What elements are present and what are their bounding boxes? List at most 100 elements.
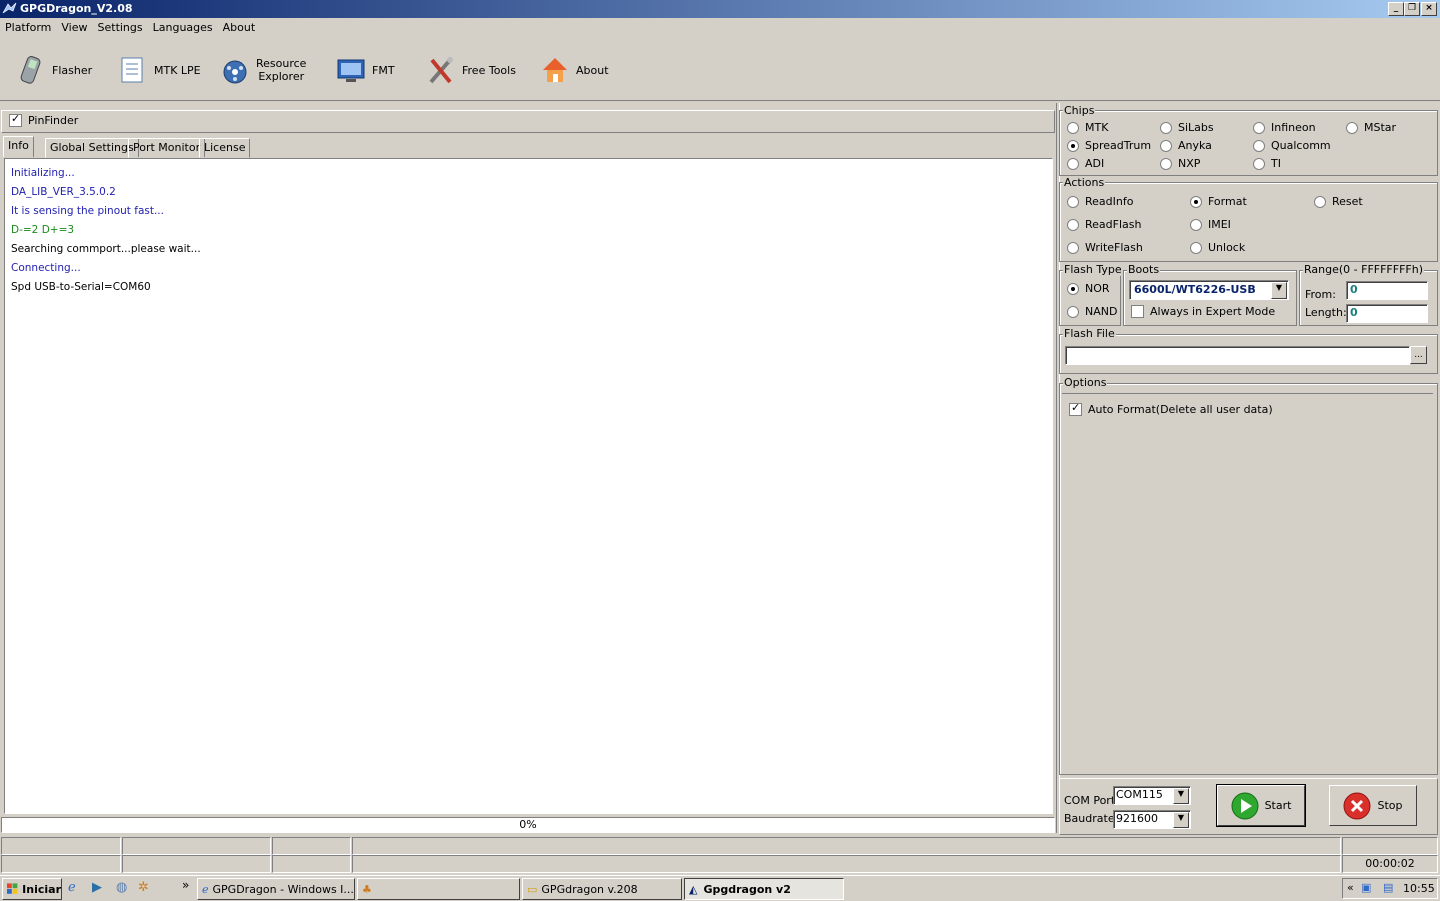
- flash-type-nand[interactable]: NAND: [1067, 305, 1117, 318]
- free-tools-button[interactable]: Free Tools: [426, 50, 516, 90]
- chip-option[interactable]: Qualcomm: [1253, 139, 1331, 152]
- title-bar[interactable]: GPGDragon_V2.08 _ ❐ ×: [0, 0, 1440, 18]
- log-panel[interactable]: [4, 158, 1053, 814]
- browse-button[interactable]: ...: [1410, 346, 1427, 364]
- from-input[interactable]: 0: [1346, 281, 1428, 300]
- expert-mode-checkbox[interactable]: [1131, 305, 1144, 318]
- about-button[interactable]: About: [540, 50, 609, 90]
- auto-format-label: Auto Format(Delete all user data): [1088, 403, 1273, 416]
- connection-icon[interactable]: ▤: [1383, 881, 1393, 894]
- action-radio[interactable]: [1314, 195, 1326, 208]
- tab-port-monitor[interactable]: Port Monitor: [128, 138, 206, 158]
- action-option[interactable]: Reset: [1314, 195, 1363, 208]
- chip-radio[interactable]: [1253, 121, 1265, 134]
- chip-radio[interactable]: [1160, 139, 1172, 152]
- taskbar-task[interactable]: ♣: [357, 878, 520, 900]
- chip-radio[interactable]: [1346, 121, 1358, 134]
- start-menu-button[interactable]: Iniciar: [2, 878, 62, 900]
- nand-radio[interactable]: [1067, 305, 1079, 318]
- start-label: Start: [1264, 799, 1292, 812]
- start-menu-label: Iniciar: [22, 882, 61, 896]
- globe-icon[interactable]: ◍: [116, 880, 127, 895]
- tray-expand-icon[interactable]: «: [1347, 881, 1354, 894]
- start-button[interactable]: Start: [1216, 784, 1306, 827]
- chip-option[interactable]: TI: [1253, 157, 1281, 170]
- chip-option[interactable]: NXP: [1160, 157, 1200, 170]
- flash-file-input[interactable]: [1065, 346, 1410, 365]
- chip-option[interactable]: SpreadTrum: [1067, 139, 1151, 152]
- chevron-down-icon[interactable]: ▼: [1173, 812, 1189, 828]
- tab-global-settings[interactable]: Global Settings: [45, 138, 139, 158]
- action-radio[interactable]: [1190, 241, 1202, 254]
- chip-option[interactable]: MStar: [1346, 121, 1396, 134]
- chip-option[interactable]: ADI: [1067, 157, 1104, 170]
- action-option[interactable]: IMEI: [1190, 218, 1231, 231]
- chip-option[interactable]: Infineon: [1253, 121, 1316, 134]
- chip-radio[interactable]: [1067, 121, 1079, 134]
- quicklaunch-more-icon[interactable]: »: [182, 878, 189, 892]
- action-option[interactable]: WriteFlash: [1067, 241, 1143, 254]
- action-option[interactable]: Format: [1190, 195, 1247, 208]
- tab-info[interactable]: Info: [3, 136, 34, 157]
- chip-radio[interactable]: [1067, 157, 1079, 170]
- chevron-down-icon[interactable]: ▼: [1271, 282, 1287, 299]
- com-port-select[interactable]: COM115 ▼: [1113, 786, 1191, 805]
- status-cell: [122, 837, 271, 855]
- pinfinder-option[interactable]: PinFinder: [9, 112, 78, 127]
- flasher-button[interactable]: Flasher: [16, 50, 92, 90]
- ie-quicklaunch-icon[interactable]: ℯ: [68, 880, 76, 895]
- chip-label: SiLabs: [1178, 121, 1214, 134]
- from-label: From:: [1305, 288, 1336, 301]
- minimize-button[interactable]: _: [1388, 2, 1404, 16]
- media-player-icon[interactable]: ▶: [92, 880, 102, 895]
- flash-type-nor[interactable]: NOR: [1067, 282, 1110, 295]
- action-option[interactable]: Unlock: [1190, 241, 1245, 254]
- taskbar-task[interactable]: ℯ GPGDragon - Windows I...: [197, 878, 355, 900]
- boots-select[interactable]: 6600L/WT6226-USB ▼: [1129, 280, 1289, 300]
- app-quicklaunch-icon[interactable]: ✲: [138, 880, 149, 895]
- menu-settings[interactable]: Settings: [93, 18, 148, 37]
- length-input[interactable]: 0: [1346, 304, 1428, 323]
- fmt-button[interactable]: FMT: [336, 50, 395, 90]
- action-radio[interactable]: [1067, 241, 1079, 254]
- chip-radio[interactable]: [1160, 121, 1172, 134]
- stop-button[interactable]: Stop: [1329, 785, 1417, 826]
- action-radio[interactable]: [1190, 195, 1202, 208]
- chip-radio[interactable]: [1067, 139, 1079, 152]
- close-button[interactable]: ×: [1421, 2, 1437, 16]
- baudrate-select[interactable]: 921600 ▼: [1113, 810, 1191, 829]
- action-radio[interactable]: [1190, 218, 1202, 231]
- restore-button[interactable]: ❐: [1404, 2, 1420, 16]
- chip-option[interactable]: MTK: [1067, 121, 1108, 134]
- menu-view[interactable]: View: [56, 18, 92, 37]
- log-line: Connecting...: [11, 262, 81, 274]
- action-option[interactable]: ReadInfo: [1067, 195, 1133, 208]
- chip-option[interactable]: Anyka: [1160, 139, 1212, 152]
- menu-about[interactable]: About: [218, 18, 261, 37]
- action-radio[interactable]: [1067, 195, 1079, 208]
- chip-radio[interactable]: [1253, 157, 1265, 170]
- resource-explorer-button[interactable]: Resource Explorer: [220, 50, 306, 90]
- document-icon: [121, 57, 143, 83]
- action-option[interactable]: ReadFlash: [1067, 218, 1141, 231]
- chip-option[interactable]: SiLabs: [1160, 121, 1214, 134]
- taskbar: Iniciar ℯ ▶ ◍ ✲ » ℯ GPGDragon - Windows I…: [0, 875, 1440, 901]
- auto-format-option[interactable]: Auto Format(Delete all user data): [1069, 401, 1273, 416]
- expert-mode-option[interactable]: Always in Expert Mode: [1131, 305, 1275, 318]
- menu-languages[interactable]: Languages: [148, 18, 218, 37]
- menu-platform[interactable]: Platform: [0, 18, 56, 37]
- network-icon[interactable]: ▣: [1361, 881, 1371, 894]
- tab-license[interactable]: License: [199, 138, 251, 158]
- mtk-lpe-button[interactable]: MTK LPE: [118, 50, 201, 90]
- chip-label: NXP: [1178, 157, 1201, 170]
- taskbar-task[interactable]: ▭ GPGdragon v.208: [522, 878, 682, 900]
- chip-radio[interactable]: [1253, 139, 1265, 152]
- pinfinder-checkbox[interactable]: [9, 112, 22, 127]
- length-value: 0: [1350, 306, 1358, 319]
- chip-radio[interactable]: [1160, 157, 1172, 170]
- auto-format-checkbox[interactable]: [1069, 401, 1082, 416]
- taskbar-task-active[interactable]: ◭ Gpgdragon v2: [684, 878, 844, 900]
- action-radio[interactable]: [1067, 218, 1079, 231]
- chevron-down-icon[interactable]: ▼: [1173, 788, 1189, 804]
- nor-radio[interactable]: [1067, 282, 1079, 295]
